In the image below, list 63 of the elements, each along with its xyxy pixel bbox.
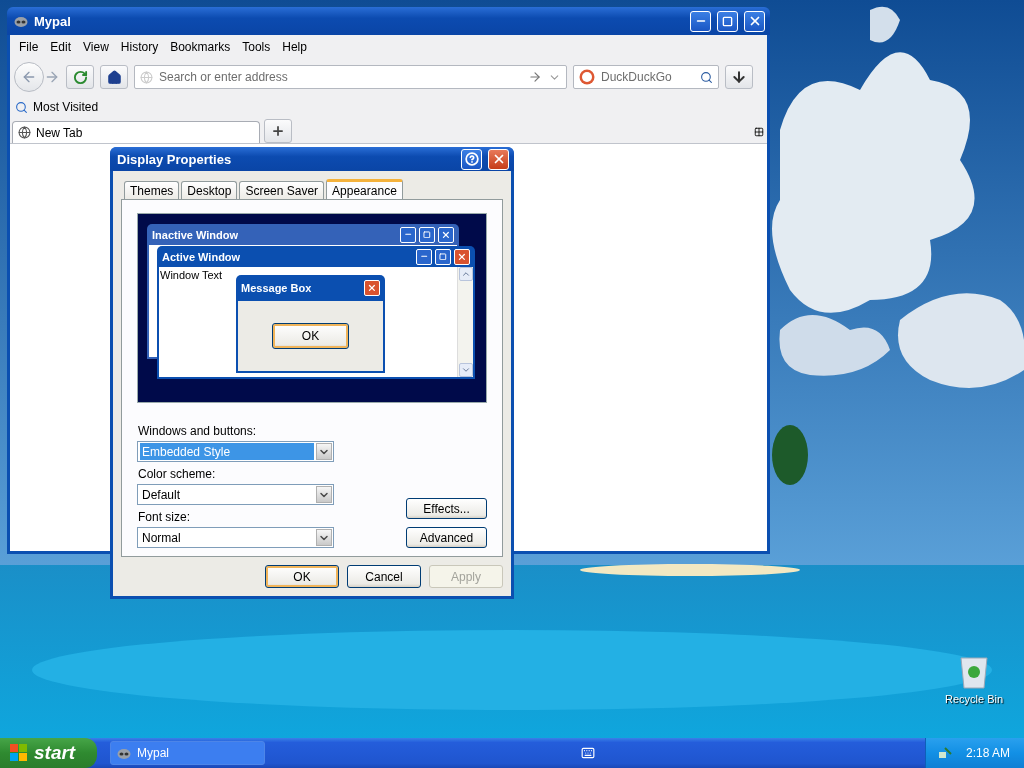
- close-button[interactable]: [488, 148, 509, 170]
- bookmark-item[interactable]: Most Visited: [33, 100, 99, 114]
- dropdown[interactable]: Default: [137, 484, 334, 505]
- keyboard-icon[interactable]: [581, 746, 595, 760]
- ok-button[interactable]: OK: [272, 323, 349, 349]
- dialog-tab[interactable]: Themes: [124, 181, 180, 199]
- address-field[interactable]: Search or enter address: [134, 65, 567, 89]
- window-text: Window Text: [159, 268, 224, 283]
- browser-tab[interactable]: New Tab: [12, 121, 260, 143]
- start-button[interactable]: start: [0, 738, 97, 768]
- menu-item[interactable]: Bookmarks: [164, 40, 237, 54]
- dialog-button[interactable]: OK: [265, 565, 339, 588]
- go-arrow-icon: [528, 70, 542, 84]
- reload-button[interactable]: [66, 65, 94, 89]
- minimize-button[interactable]: [690, 10, 711, 32]
- help-icon: [464, 152, 479, 166]
- menu-item[interactable]: Help: [276, 40, 313, 54]
- field-label: Color scheme:: [138, 467, 217, 481]
- network-icon[interactable]: [937, 746, 952, 760]
- globe-icon: [140, 70, 153, 84]
- dialog-button[interactable]: Cancel: [347, 565, 421, 588]
- menu-item[interactable]: View: [77, 40, 115, 54]
- search-engine-icon: [579, 69, 595, 85]
- home-icon: [106, 69, 122, 85]
- menu-item[interactable]: Tools: [236, 40, 277, 54]
- dialog-tab[interactable]: Desktop: [181, 181, 238, 199]
- download-icon: [731, 69, 747, 85]
- clock: 2:18 AM: [965, 746, 1010, 760]
- close-button[interactable]: [744, 10, 765, 32]
- dialog-tab[interactable]: Screen Saver: [239, 181, 325, 199]
- search-field[interactable]: DuckDuckGo: [573, 65, 719, 89]
- windows-logo-icon: [10, 744, 28, 762]
- option-button[interactable]: Advanced: [406, 527, 487, 548]
- window-title: Mypal: [34, 13, 72, 29]
- window-title: Active Window: [162, 250, 242, 263]
- option-button[interactable]: Effects...: [406, 498, 487, 519]
- field-label: Font size:: [138, 510, 192, 524]
- field-label: Windows and buttons:: [138, 424, 258, 438]
- dialog-tab[interactable]: Appearance: [326, 179, 403, 200]
- taskbar-button[interactable]: Mypal: [110, 741, 265, 765]
- message-box-title: Message Box: [241, 282, 313, 294]
- search-icon: [700, 70, 713, 84]
- app-icon: [14, 15, 28, 27]
- dialog-title: Display Properties: [117, 151, 233, 167]
- globe-icon: [18, 126, 31, 139]
- new-tab-button[interactable]: [264, 119, 292, 143]
- maximize-button[interactable]: [717, 10, 738, 32]
- menu-item[interactable]: History: [114, 40, 165, 54]
- search-icon: [15, 100, 28, 114]
- dropdown[interactable]: Normal: [137, 527, 334, 548]
- menu-item[interactable]: File: [13, 40, 45, 54]
- home-button[interactable]: [100, 65, 128, 89]
- window-title: Inactive Window: [152, 228, 240, 241]
- grid-icon[interactable]: [754, 127, 764, 137]
- download-button[interactable]: [725, 65, 753, 89]
- menu-item[interactable]: Edit: [44, 40, 78, 54]
- maximize-icon: [423, 230, 431, 239]
- maximize-icon: [439, 252, 447, 261]
- help-button[interactable]: [461, 148, 482, 170]
- reload-icon: [72, 69, 88, 85]
- app-icon: [117, 747, 131, 759]
- maximize-icon: [722, 15, 733, 27]
- plus-icon: [271, 124, 285, 138]
